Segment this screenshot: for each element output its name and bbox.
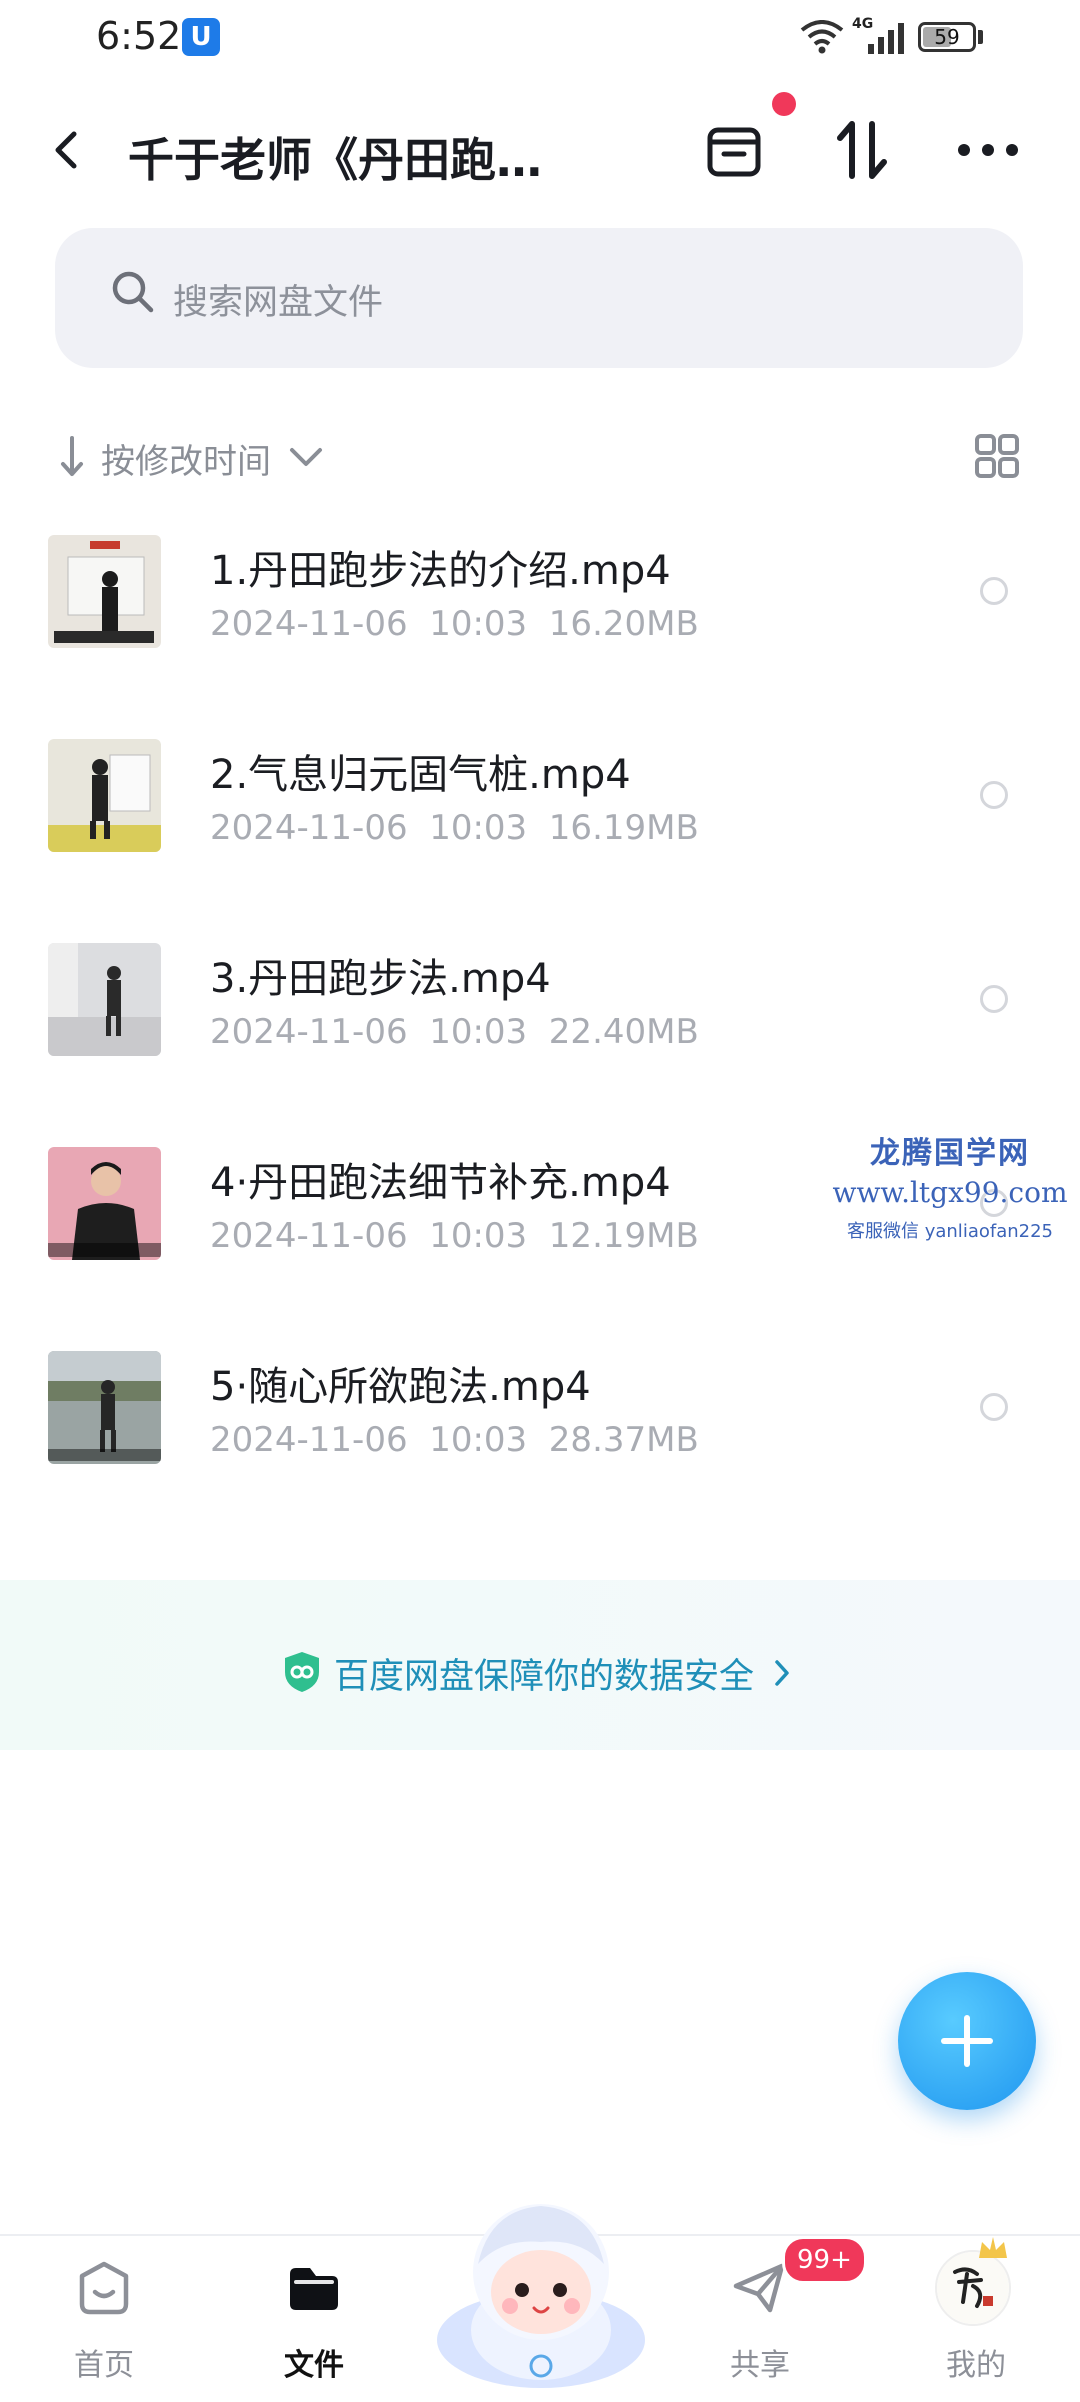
file-name: 1.丹田跑步法的介绍.mp4 xyxy=(210,548,671,594)
back-icon[interactable] xyxy=(46,126,90,174)
select-checkbox[interactable] xyxy=(980,1393,1008,1421)
file-name: 2.气息归元固气桩.mp4 xyxy=(210,752,631,798)
watermark-url: www.ltgx99.com xyxy=(832,1176,1068,1209)
video-thumbnail xyxy=(48,1147,161,1260)
home-icon xyxy=(79,2261,129,2315)
status-bar: 6:52 U 4G 59 xyxy=(0,0,1080,80)
file-row[interactable]: 5·随心所欲跑法.mp4 2024-11-06 10:03 28.37MB xyxy=(0,1316,1080,1520)
search-input[interactable]: 搜索网盘文件 xyxy=(55,228,1023,368)
notification-dot xyxy=(772,92,796,116)
video-thumbnail xyxy=(48,1351,161,1464)
sort-by-modified-time[interactable]: 按修改时间 xyxy=(101,434,271,483)
video-thumbnail xyxy=(48,739,161,852)
search-icon xyxy=(112,271,154,313)
watermark: 龙腾国学网 www.ltgx99.com 客服微信 yanliaofan225 xyxy=(820,1128,1080,1243)
file-row[interactable]: 1.丹田跑步法的介绍.mp4 2024-11-06 10:03 16.20MB xyxy=(0,500,1080,704)
watermark-title: 龙腾国学网 xyxy=(870,1136,1030,1171)
watermark-contact: 客服微信 yanliaofan225 xyxy=(847,1221,1053,1242)
nav-item-files[interactable]: 文件 xyxy=(234,2236,394,2402)
video-thumbnail xyxy=(48,535,161,648)
sort-order-icon[interactable] xyxy=(832,118,892,182)
page-title: 千于老师《丹田跑… xyxy=(128,133,542,187)
file-name: 3.丹田跑步法.mp4 xyxy=(210,956,551,1002)
battery-level: 59 xyxy=(934,25,960,49)
share-icon xyxy=(733,2263,785,2313)
file-meta: 2024-11-06 10:03 22.40MB xyxy=(210,1012,699,1052)
security-text: 百度网盘保障你的数据安全 xyxy=(334,1657,755,1697)
notification-app-icon: U xyxy=(182,18,220,56)
transfer-box-icon[interactable] xyxy=(704,120,764,180)
chevron-down-icon[interactable] xyxy=(289,446,323,468)
select-checkbox[interactable] xyxy=(980,781,1008,809)
sort-bar: 按修改时间 xyxy=(55,426,1023,486)
mascot-assistant-icon[interactable] xyxy=(430,2180,652,2400)
file-row[interactable]: 2.气息归元固气桩.mp4 2024-11-06 10:03 16.19MB xyxy=(0,704,1080,908)
search-placeholder: 搜索网盘文件 xyxy=(173,283,384,323)
battery-icon: 59 xyxy=(918,22,976,52)
signal-icon xyxy=(868,23,904,54)
chevron-right-icon xyxy=(775,1660,789,1686)
grid-view-icon[interactable] xyxy=(973,432,1021,480)
nav-item-home[interactable]: 首页 xyxy=(24,2236,184,2402)
file-name: 4·丹田跑法细节补充.mp4 xyxy=(210,1160,671,1206)
crown-icon xyxy=(979,2237,1007,2258)
folder-icon xyxy=(290,2268,338,2310)
nav-label: 首页 xyxy=(74,2348,134,2383)
file-meta: 2024-11-06 10:03 12.19MB xyxy=(210,1216,699,1256)
nav-label: 我的 xyxy=(946,2348,1006,2383)
add-button[interactable] xyxy=(898,1972,1036,2110)
wifi-icon xyxy=(800,20,844,54)
file-row[interactable]: 3.丹田跑步法.mp4 2024-11-06 10:03 22.40MB xyxy=(0,908,1080,1112)
security-banner[interactable]: 百度网盘保障你的数据安全 xyxy=(0,1580,1080,1750)
select-checkbox[interactable] xyxy=(980,985,1008,1013)
top-app-bar: 千于老师《丹田跑… xyxy=(0,92,1080,200)
file-meta: 2024-11-06 10:03 28.37MB xyxy=(210,1420,699,1460)
file-meta: 2024-11-06 10:03 16.20MB xyxy=(210,604,699,644)
arrow-down-icon[interactable] xyxy=(59,434,85,478)
file-meta: 2024-11-06 10:03 16.19MB xyxy=(210,808,699,848)
share-badge: 99+ xyxy=(782,2236,867,2284)
select-checkbox[interactable] xyxy=(980,577,1008,605)
more-options-icon[interactable] xyxy=(956,140,1020,160)
status-time: 6:52 xyxy=(96,14,182,58)
nav-label: 文件 xyxy=(284,2348,344,2383)
video-thumbnail xyxy=(48,943,161,1056)
shield-icon xyxy=(285,1652,319,1692)
plus-icon xyxy=(941,2015,993,2067)
nav-label: 共享 xyxy=(730,2348,790,2383)
file-name: 5·随心所欲跑法.mp4 xyxy=(210,1364,591,1410)
